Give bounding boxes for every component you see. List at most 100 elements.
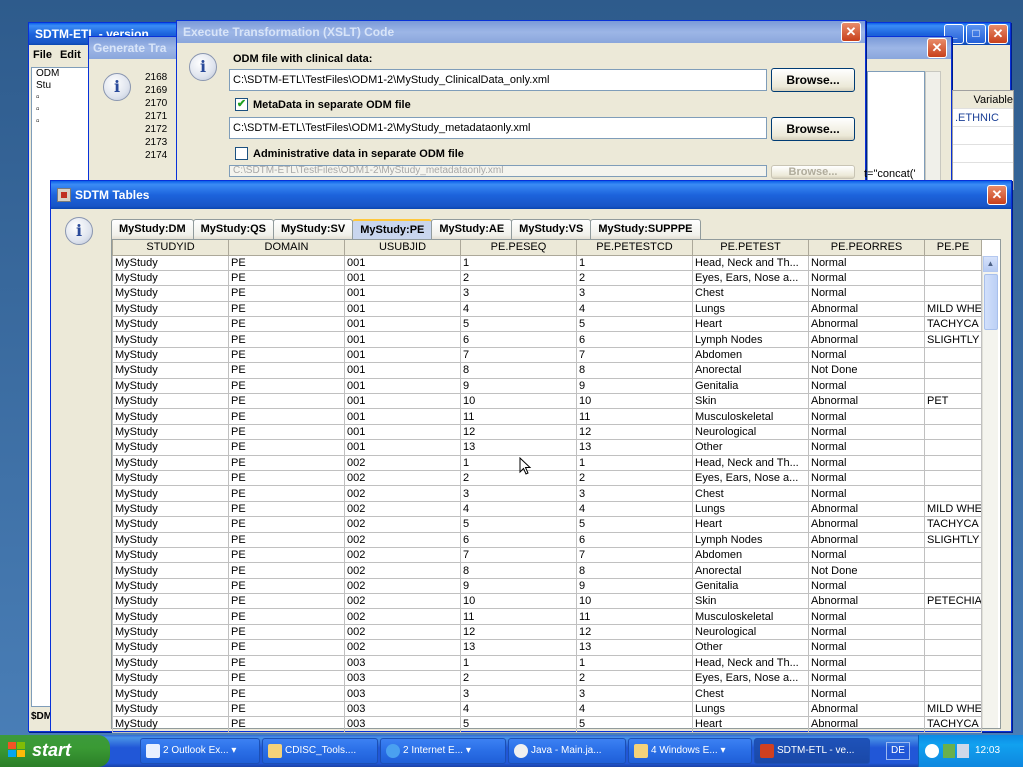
table-cell[interactable]: Normal: [808, 608, 925, 625]
table-cell[interactable]: MyStudy: [112, 485, 229, 502]
admin-file-field[interactable]: C:\SDTM-ETL\TestFiles\ODM1-2\MyStudy_met…: [229, 165, 767, 177]
table-cell[interactable]: 001: [344, 269, 461, 287]
table-cell[interactable]: MyStudy: [112, 654, 229, 672]
table-cell[interactable]: 001: [344, 393, 461, 410]
column-header[interactable]: PE.PETEST: [692, 240, 809, 256]
column-header[interactable]: PE.PESEQ: [460, 240, 577, 256]
table-cell[interactable]: MyStudy: [112, 546, 229, 564]
tree-node-study[interactable]: Stu: [32, 80, 88, 92]
table-cell[interactable]: 6: [576, 331, 693, 348]
table-cell[interactable]: Genitalia: [692, 377, 809, 395]
table-cell[interactable]: [924, 439, 982, 456]
table-cell[interactable]: PE: [228, 254, 345, 271]
metadata-file-field[interactable]: C:\SDTM-ETL\TestFiles\ODM1-2\MyStudy_met…: [229, 117, 767, 139]
table-cell[interactable]: PE: [228, 608, 345, 625]
table-cell[interactable]: PET: [924, 393, 982, 410]
table-cell[interactable]: 1: [460, 254, 577, 271]
table-cell[interactable]: 4: [460, 700, 577, 718]
table-cell[interactable]: PE: [228, 300, 345, 318]
volume-icon[interactable]: [957, 744, 969, 758]
table-cell[interactable]: 6: [460, 531, 577, 548]
table-cell[interactable]: PE: [228, 639, 345, 656]
table-cell[interactable]: 3: [576, 285, 693, 302]
table-cell[interactable]: PE: [228, 469, 345, 487]
table-row[interactable]: MyStudy PE 001 5 5 Heart Abnormal TACHYCA: [112, 316, 982, 333]
table-cell[interactable]: 12: [460, 623, 577, 641]
table-cell[interactable]: MyStudy: [112, 439, 229, 456]
sdtm-table[interactable]: STUDYID DOMAIN USUBJID PE.PESEQ PE.PETESTCD P…: [112, 240, 982, 733]
table-cell[interactable]: PE: [228, 362, 345, 379]
table-cell[interactable]: MyStudy: [112, 300, 229, 318]
table-cell[interactable]: Abnormal: [808, 500, 925, 518]
table-cell[interactable]: Lungs: [692, 500, 809, 518]
table-row[interactable]: MyStudy PE 001 7 7 Abdomen Normal: [112, 346, 982, 364]
table-cell[interactable]: 8: [576, 362, 693, 379]
table-cell[interactable]: Normal: [808, 623, 925, 641]
table-cell[interactable]: 4: [576, 700, 693, 718]
table-cell[interactable]: PE: [228, 516, 345, 533]
table-cell[interactable]: [924, 362, 982, 379]
table-cell[interactable]: Normal: [808, 439, 925, 456]
tab-mystudy-supppe[interactable]: MyStudy:SUPPPE: [590, 219, 701, 239]
table-row[interactable]: MyStudy PE 002 7 7 Abdomen Normal: [112, 546, 982, 564]
table-cell[interactable]: Heart: [692, 516, 809, 533]
table-cell[interactable]: Chest: [692, 485, 809, 502]
table-cell[interactable]: [924, 685, 982, 702]
table-cell[interactable]: 001: [344, 408, 461, 425]
table-cell[interactable]: Abnormal: [808, 516, 925, 533]
tab-mystudy-pe[interactable]: MyStudy:PE: [352, 219, 433, 240]
table-cell[interactable]: MyStudy: [112, 393, 229, 410]
metadata-checkbox[interactable]: ✔ MetaData in separate ODM file: [235, 98, 411, 111]
table-cell[interactable]: 002: [344, 516, 461, 533]
table-cell[interactable]: 11: [460, 608, 577, 625]
table-cell[interactable]: Musculoskeletal: [692, 608, 809, 625]
generate-titlebar[interactable]: Generate Tra: [89, 37, 179, 59]
table-cell[interactable]: Eyes, Ears, Nose a...: [692, 469, 809, 487]
table-cell[interactable]: [924, 577, 982, 595]
table-row[interactable]: MyStudy PE 002 4 4 Lungs Abnormal MILD WHE: [112, 500, 982, 518]
table-cell[interactable]: MyStudy: [112, 623, 229, 641]
table-row[interactable]: MyStudy PE 002 12 12 Neurological Normal: [112, 623, 982, 641]
table-cell[interactable]: 3: [576, 485, 693, 502]
table-cell[interactable]: MyStudy: [112, 362, 229, 379]
table-cell[interactable]: 5: [576, 516, 693, 533]
table-cell[interactable]: MyStudy: [112, 408, 229, 425]
table-cell[interactable]: Normal: [808, 469, 925, 487]
table-cell[interactable]: Normal: [808, 408, 925, 425]
table-cell[interactable]: SLIGHTLY: [924, 531, 982, 548]
scroll-up-arrow-icon[interactable]: ▲: [983, 256, 998, 272]
table-cell[interactable]: Abnormal: [808, 316, 925, 333]
variable-cell[interactable]: [953, 127, 1013, 145]
table-cell[interactable]: MyStudy: [112, 716, 229, 733]
table-cell[interactable]: 12: [460, 423, 577, 441]
table-row[interactable]: MyStudy PE 002 1 1 Head, Neck and Th... Normal: [112, 454, 982, 471]
table-cell[interactable]: 3: [576, 685, 693, 702]
table-cell[interactable]: MyStudy: [112, 269, 229, 287]
table-row[interactable]: MyStudy PE 002 13 13 Other Normal: [112, 639, 982, 656]
language-indicator[interactable]: DE: [886, 742, 910, 760]
table-cell[interactable]: 5: [460, 716, 577, 733]
table-cell[interactable]: 7: [460, 546, 577, 564]
table-cell[interactable]: 9: [460, 577, 577, 595]
table-cell[interactable]: Abnormal: [808, 331, 925, 348]
table-cell[interactable]: Chest: [692, 685, 809, 702]
table-cell[interactable]: Anorectal: [692, 562, 809, 579]
table-cell[interactable]: Lymph Nodes: [692, 331, 809, 348]
table-cell[interactable]: Normal: [808, 485, 925, 502]
right-scrollbar[interactable]: [925, 71, 941, 191]
table-row[interactable]: MyStudy PE 001 11 11 Musculoskeletal Normal: [112, 408, 982, 425]
table-cell[interactable]: 4: [576, 300, 693, 318]
table-cell[interactable]: 002: [344, 546, 461, 564]
table-cell[interactable]: 002: [344, 639, 461, 656]
table-cell[interactable]: 1: [576, 654, 693, 672]
table-cell[interactable]: 10: [576, 593, 693, 610]
menu-edit[interactable]: Edit: [60, 45, 81, 65]
taskbar-internet-explorer[interactable]: 2 Internet E... ▾: [380, 738, 506, 764]
maximize-button[interactable]: □: [966, 24, 986, 44]
table-cell[interactable]: Heart: [692, 716, 809, 733]
table-cell[interactable]: MyStudy: [112, 608, 229, 625]
table-cell[interactable]: 5: [576, 316, 693, 333]
table-cell[interactable]: Head, Neck and Th...: [692, 454, 809, 471]
table-cell[interactable]: Normal: [808, 423, 925, 441]
table-cell[interactable]: MyStudy: [112, 500, 229, 518]
